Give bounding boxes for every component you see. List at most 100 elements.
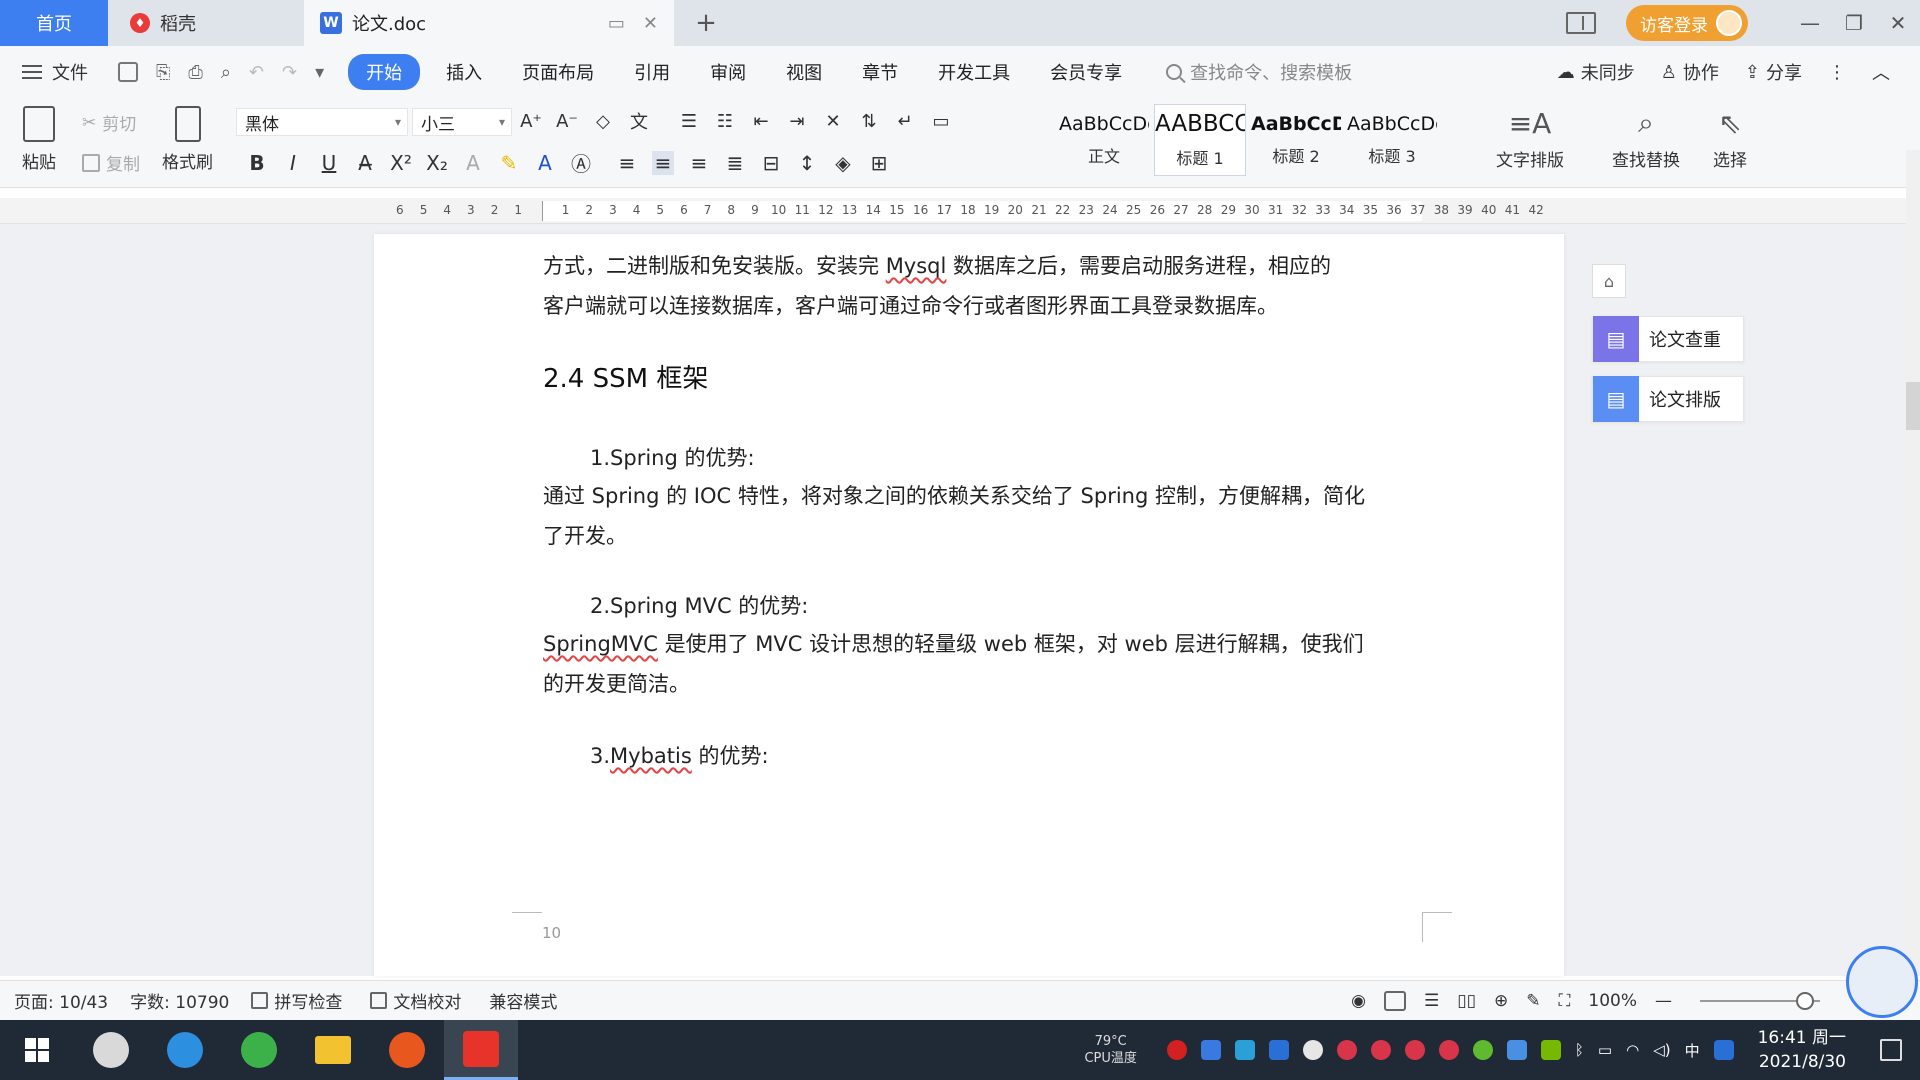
- format-painter-button[interactable]: 格式刷: [162, 106, 213, 173]
- eye-protection-icon[interactable]: ◉: [1351, 991, 1366, 1011]
- zoom-level[interactable]: 100%: [1588, 991, 1637, 1011]
- tab-daoke[interactable]: ♦ 稻壳: [110, 0, 302, 46]
- page-indicator[interactable]: 页面: 10/43: [14, 988, 108, 1013]
- paragraph-spring[interactable]: 通过 Spring 的 IOC 特性，将对象之间的依赖关系交给了 Spring …: [543, 476, 1423, 556]
- export-icon[interactable]: ⎘: [156, 62, 170, 83]
- style-heading-3[interactable]: AaBbCcDc 标题 3: [1346, 104, 1438, 176]
- justify-icon[interactable]: ≣: [724, 151, 746, 175]
- subheading-mybatis[interactable]: 3.Mybatis 的优势:: [590, 740, 769, 770]
- word-count[interactable]: 字数: 10790: [130, 988, 229, 1013]
- command-search[interactable]: 查找命令、搜索模板: [1166, 59, 1352, 85]
- zoom-slider-knob[interactable]: [1796, 991, 1814, 1010]
- shield-icon[interactable]: [1268, 1040, 1289, 1060]
- shrink-font-icon[interactable]: A⁻: [556, 111, 578, 132]
- sort-icon[interactable]: ⇅: [858, 111, 880, 132]
- shading-icon[interactable]: ◈: [832, 151, 854, 175]
- text-effect-icon[interactable]: A: [462, 151, 484, 175]
- menu-references[interactable]: 引用: [614, 59, 690, 85]
- undo-icon[interactable]: ↶: [249, 62, 264, 83]
- document-page[interactable]: [374, 234, 1564, 976]
- battery-icon[interactable]: ▭: [1598, 1041, 1612, 1059]
- font-size-select[interactable]: 小三: [412, 108, 512, 136]
- qq-icon[interactable]: [1404, 1040, 1425, 1060]
- font-color-icon[interactable]: A: [534, 151, 556, 175]
- copy-button[interactable]: 复制: [82, 150, 140, 175]
- volume-icon[interactable]: ◁): [1653, 1041, 1670, 1059]
- style-heading-1[interactable]: AABBCC 标题 1: [1154, 104, 1246, 176]
- subheading-springmvc[interactable]: 2.Spring MVC 的优势:: [590, 590, 808, 620]
- taskbar-app-pinwheel[interactable]: [74, 1020, 148, 1080]
- subscript-icon[interactable]: X₂: [426, 151, 448, 175]
- file-menu[interactable]: 文件: [22, 59, 88, 85]
- superscript-icon[interactable]: X²: [390, 151, 412, 175]
- align-center-icon[interactable]: ≡: [652, 150, 674, 175]
- table-grid-icon[interactable]: ▭: [930, 111, 952, 132]
- qq-icon[interactable]: [1336, 1040, 1357, 1060]
- menu-dev-tools[interactable]: 开发工具: [918, 59, 1030, 85]
- web-view-icon[interactable]: ⊕: [1494, 991, 1508, 1011]
- menu-view[interactable]: 视图: [766, 59, 842, 85]
- collaborate-button[interactable]: ♙ 协作: [1661, 59, 1719, 85]
- taskbar-app-explorer[interactable]: [296, 1020, 370, 1080]
- increase-indent-icon[interactable]: ⇥: [786, 111, 808, 132]
- bell-icon[interactable]: [1302, 1040, 1323, 1060]
- style-normal[interactable]: AaBbCcDd 正文: [1058, 104, 1150, 176]
- share-button[interactable]: ⇪ 分享: [1745, 59, 1802, 85]
- borders-icon[interactable]: ⊞: [868, 151, 890, 175]
- find-replace-button[interactable]: ⌕ 查找替换: [1612, 106, 1680, 171]
- grow-font-icon[interactable]: A⁺: [520, 111, 542, 132]
- highlight-icon[interactable]: ✎: [498, 151, 520, 175]
- thesis-check-button[interactable]: ▤ 论文查重: [1592, 316, 1744, 362]
- close-window-icon[interactable]: ✕: [1876, 11, 1920, 35]
- sync-button[interactable]: ☁ 未同步: [1557, 59, 1635, 85]
- menu-start[interactable]: 开始: [348, 54, 421, 90]
- wifi-icon[interactable]: ◠: [1626, 1041, 1639, 1059]
- search-app-icon[interactable]: [1713, 1040, 1734, 1060]
- qq-icon[interactable]: [1370, 1040, 1391, 1060]
- tray-app-icon[interactable]: [1506, 1040, 1527, 1060]
- ime-indicator[interactable]: 中: [1685, 1040, 1700, 1061]
- outline-view-icon[interactable]: ☰: [1424, 991, 1439, 1011]
- select-button[interactable]: ⇖ 选择: [1712, 106, 1748, 172]
- start-button[interactable]: [0, 1020, 74, 1080]
- menu-insert[interactable]: 插入: [426, 59, 502, 85]
- decrease-indent-icon[interactable]: ⇤: [750, 111, 772, 132]
- window-layout-icon[interactable]: [1566, 12, 1596, 34]
- float-window-icon[interactable]: ▭: [608, 13, 625, 34]
- zoom-slider[interactable]: [1700, 991, 1820, 1010]
- paragraph-mysql[interactable]: 方式，二进制版和免安装版。安装完 Mysql 数据库之后，需要启动服务进程，相应…: [543, 246, 1423, 326]
- chinese-layout-icon[interactable]: ✕: [822, 111, 844, 132]
- align-right-icon[interactable]: ≡: [688, 151, 710, 175]
- bullets-icon[interactable]: ☰: [678, 111, 700, 132]
- write-mode-icon[interactable]: ✎: [1526, 991, 1540, 1011]
- zoom-out-icon[interactable]: —: [1655, 991, 1672, 1011]
- tab-document[interactable]: W 论文.doc ▭ ✕: [304, 0, 674, 46]
- customize-dropdown-icon[interactable]: ▾: [315, 62, 324, 83]
- fit-page-icon[interactable]: ⛶: [1558, 991, 1570, 1011]
- reading-view-icon[interactable]: ▯▯: [1457, 991, 1476, 1011]
- tab-home[interactable]: 首页: [0, 0, 108, 46]
- show-marks-icon[interactable]: ↵: [894, 111, 916, 132]
- doc-proofread-button[interactable]: 文档校对: [370, 988, 461, 1013]
- cut-button[interactable]: ✂ 剪切: [82, 110, 136, 136]
- menu-member[interactable]: 会员专享: [1030, 59, 1142, 85]
- char-border-icon[interactable]: Ⓐ: [570, 148, 592, 177]
- taskbar-app-wps[interactable]: [444, 1020, 518, 1080]
- taskbar-app-game[interactable]: [370, 1020, 444, 1080]
- restore-icon[interactable]: ❐: [1832, 11, 1876, 35]
- font-family-select[interactable]: 黑体: [236, 108, 408, 136]
- save-icon[interactable]: [118, 61, 138, 82]
- tray-app-icon[interactable]: [1200, 1040, 1221, 1060]
- qq-icon[interactable]: [1438, 1040, 1459, 1060]
- notification-center-icon[interactable]: [1880, 1039, 1902, 1061]
- bluetooth-icon[interactable]: ᛒ: [1575, 1041, 1584, 1059]
- align-left-icon[interactable]: ≡: [616, 151, 638, 175]
- phonetic-icon[interactable]: 文: [628, 108, 650, 134]
- visitor-login-button[interactable]: 访客登录: [1626, 5, 1748, 41]
- numbering-icon[interactable]: ☷: [714, 111, 736, 132]
- line-spacing-icon[interactable]: ↕: [796, 151, 818, 175]
- text-layout-button[interactable]: ≡A 文字排版: [1496, 106, 1564, 172]
- horizontal-ruler[interactable]: 6 5 4 3 2 1 1 2 3 4 5 6 7 8 9 10 11 12 13 14 15 16 17 18 19 20 21 2…: [0, 198, 1920, 224]
- tray-app-icon[interactable]: [1234, 1040, 1255, 1060]
- menu-review[interactable]: 审阅: [690, 59, 766, 85]
